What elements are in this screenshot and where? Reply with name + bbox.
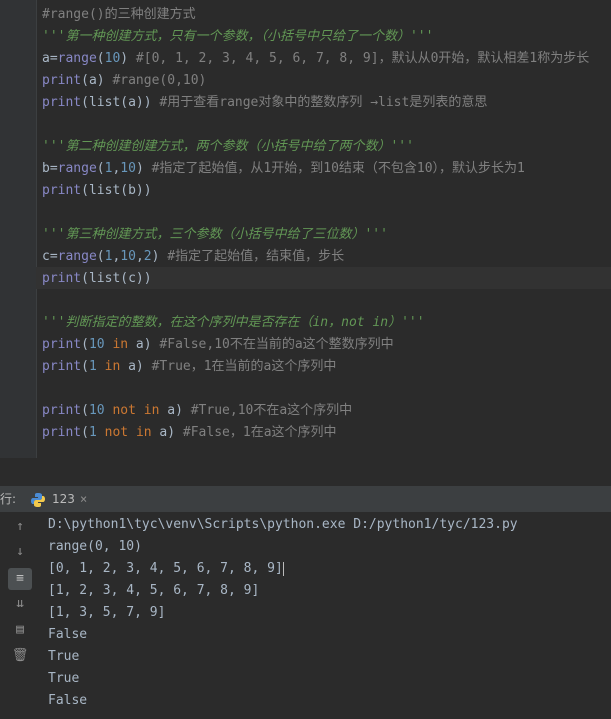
code-comment: #[0, 1, 2, 3, 4, 5, 6, 7, 8, 9]，默认从0开始，默…	[128, 51, 590, 66]
console-output-line: False	[48, 693, 88, 708]
code-function: print	[42, 359, 82, 374]
close-icon[interactable]: ×	[80, 486, 87, 512]
code-line[interactable]: a=range(10) #[0, 1, 2, 3, 4, 5, 6, 7, 8,…	[42, 48, 589, 70]
code-comment: #False，1在a这个序列中	[175, 425, 337, 440]
code-args: (1,10)	[96, 161, 144, 176]
trash-icon[interactable]: 🗑	[8, 645, 32, 667]
code-function: print	[42, 337, 82, 352]
code-comment: #指定了起始值，从1开始，到10结束（不包含10），默认步长为1	[143, 161, 525, 176]
code-line[interactable]: print(10 in a) #False,10不在当前的a这个整数序列中	[42, 334, 394, 356]
code-args: (1,10,2)	[96, 249, 160, 264]
code-comment: #True,10不在a这个序列中	[182, 403, 353, 418]
code-line[interactable]: '''第一种创建方式，只有一个参数，（小括号中只给了一个数）'''	[42, 26, 433, 48]
code-docstring: '''第三种创建方式，三个参数（小括号中给了三位数）'''	[42, 227, 388, 242]
code-function: print	[42, 73, 82, 88]
code-assign: b=	[42, 161, 58, 176]
text-caret	[282, 561, 284, 576]
arrow-up-icon[interactable]: ↑	[8, 516, 32, 538]
code-docstring: '''第二种创建创建方式，两个参数（小括号中给了两个数）'''	[42, 139, 414, 154]
code-editor[interactable]: #range()的三种创建方式 '''第一种创建方式，只有一个参数，（小括号中只给…	[0, 0, 611, 458]
console-output-line: range(0, 10)	[48, 539, 142, 554]
code-comment: #range(0,10)	[104, 73, 207, 88]
soft-wrap-icon[interactable]: ≡	[8, 568, 32, 590]
code-line[interactable]: '''判断指定的整数，在这个序列中是否存在（in，not in）'''	[42, 312, 425, 334]
code-function: print	[42, 403, 82, 418]
code-comment: #range()的三种创建方式	[42, 7, 196, 22]
console-output-line: D:\python1\tyc\venv\Scripts\python.exe D…	[48, 517, 518, 532]
console-output-line: [1, 2, 3, 4, 5, 6, 7, 8, 9]	[48, 583, 260, 598]
console-toolbar: ↑ ↓ ≡ ⇊ ▤ 🗑	[8, 512, 32, 719]
code-function: print	[42, 425, 82, 440]
print-icon[interactable]: ▤	[8, 619, 32, 641]
code-function: range	[57, 51, 97, 66]
run-tabbar: 行: 123 ×	[0, 486, 611, 513]
code-assign: c=	[42, 249, 58, 264]
code-function: print	[42, 271, 82, 286]
run-panel-label: 行:	[0, 492, 17, 506]
code-line[interactable]: print(list(b))	[42, 180, 152, 202]
scroll-to-end-icon[interactable]: ⇊	[8, 593, 32, 615]
code-args: (1 not in a)	[81, 425, 176, 440]
arrow-down-icon[interactable]: ↓	[8, 541, 32, 563]
code-args: (a)	[81, 73, 105, 88]
console-output-line: [0, 1, 2, 3, 4, 5, 6, 7, 8, 9]	[48, 561, 284, 576]
code-comment: #指定了起始值，结束值，步长	[159, 249, 345, 264]
code-args: (10 not in a)	[81, 403, 183, 418]
code-args: (1 in a)	[81, 359, 144, 374]
code-line[interactable]: '''第三种创建方式，三个参数（小括号中给了三位数）'''	[42, 224, 388, 246]
code-docstring: '''判断指定的整数，在这个序列中是否存在（in，not in）'''	[42, 315, 425, 330]
code-line[interactable]: b=range(1,10) #指定了起始值，从1开始，到10结束（不包含10），…	[42, 158, 525, 180]
run-console[interactable]: D:\python1\tyc\venv\Scripts\python.exe D…	[0, 512, 611, 719]
code-comment: #True，1在当前的a这个序列中	[143, 359, 337, 374]
console-output-line: True	[48, 649, 80, 664]
code-line[interactable]: print(10 not in a) #True,10不在a这个序列中	[42, 400, 352, 422]
console-output-line: [1, 3, 5, 7, 9]	[48, 605, 166, 620]
code-function: range	[57, 249, 97, 264]
code-args: (list(b))	[81, 183, 152, 198]
python-icon	[30, 486, 46, 512]
code-comment: #False,10不在当前的a这个整数序列中	[151, 337, 394, 352]
code-line[interactable]: print(1 in a) #True，1在当前的a这个序列中	[42, 356, 336, 378]
run-tab-123[interactable]: 123	[52, 486, 75, 512]
code-assign: a=	[42, 51, 58, 66]
code-args: (list(c))	[81, 271, 152, 286]
console-output-line: False	[48, 627, 88, 642]
code-comment: #用于查看range对象中的整数序列 →list是列表的意思	[151, 95, 488, 110]
code-args: (10 in a)	[81, 337, 152, 352]
code-args: (list(a))	[81, 95, 152, 110]
code-line[interactable]: print(list(a)) #用于查看range对象中的整数序列 →list是…	[42, 92, 487, 114]
panel-divider[interactable]	[0, 458, 611, 486]
code-line[interactable]: print(list(c))	[42, 268, 152, 290]
code-function: print	[42, 183, 82, 198]
code-docstring: '''第一种创建方式，只有一个参数，（小括号中只给了一个数）'''	[42, 29, 434, 44]
code-args: (10)	[96, 51, 129, 66]
code-line[interactable]: print(a) #range(0,10)	[42, 70, 206, 92]
code-line[interactable]: #range()的三种创建方式	[42, 4, 196, 26]
code-function: print	[42, 95, 82, 110]
code-line[interactable]: '''第二种创建创建方式，两个参数（小括号中给了两个数）'''	[42, 136, 414, 158]
console-output-line: True	[48, 671, 80, 686]
editor-gutter	[0, 0, 37, 458]
code-line[interactable]: c=range(1,10,2) #指定了起始值，结束值，步长	[42, 246, 344, 268]
code-line[interactable]: print(1 not in a) #False，1在a这个序列中	[42, 422, 337, 444]
code-function: range	[57, 161, 97, 176]
